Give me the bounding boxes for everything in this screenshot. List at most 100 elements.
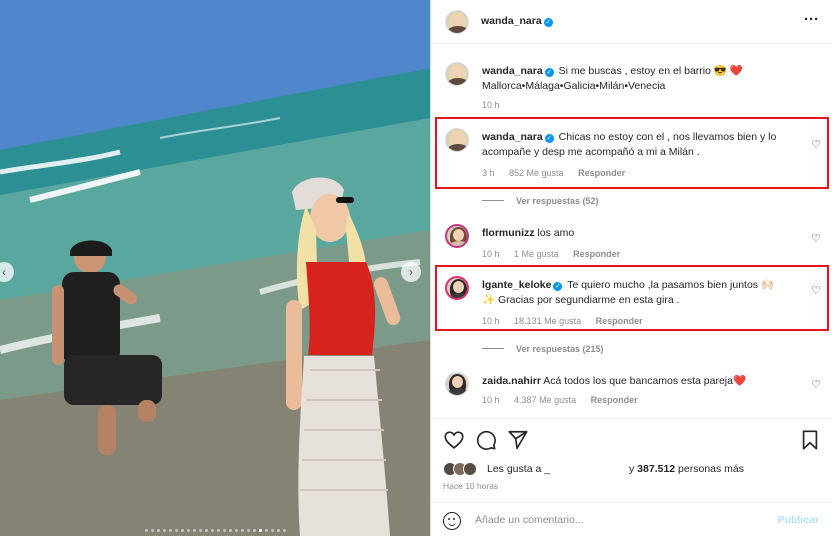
- beach-photo-scene: [0, 0, 430, 536]
- share-icon[interactable]: [507, 429, 529, 451]
- verified-badge-icon: ✓: [543, 18, 553, 27]
- carousel-dot: [276, 529, 280, 532]
- comment-likes[interactable]: 852 Me gusta: [509, 168, 564, 178]
- publish-button[interactable]: Publicar: [778, 514, 819, 526]
- comment-likes[interactable]: 1 Me gusta: [514, 249, 559, 259]
- comment-likes[interactable]: 18.131 Me gusta: [514, 316, 581, 326]
- likes-summary[interactable]: Les gusta a _ y 387.512 personas más: [443, 462, 823, 478]
- comment-text: wanda_nara ✓ Chicas no estoy con el , nos…: [482, 130, 797, 160]
- next-photo-button[interactable]: ›: [401, 262, 421, 282]
- likes-count-text: y 387.512 personas más: [629, 463, 745, 475]
- reply-button[interactable]: Responder: [573, 249, 620, 259]
- reply-button[interactable]: Responder: [596, 316, 643, 326]
- comment-like-heart-icon[interactable]: ♡: [811, 138, 821, 151]
- comment-input[interactable]: [475, 511, 755, 529]
- view-replies-button[interactable]: Ver respuestas (215): [482, 344, 604, 354]
- post-side-panel: wanda_nara ✓ ··· wanda_nara ✓ Si me buscas…: [430, 0, 832, 536]
- carousel-dot: [252, 529, 256, 532]
- caption-body: Si me buscas , estoy en el barrio 😎 ❤️: [558, 65, 743, 77]
- carousel-dot: [264, 529, 268, 532]
- caption-body-line2: Mallorca•Málaga•Galicia•Milán•Venecia: [482, 80, 666, 92]
- comment-avatar[interactable]: [445, 128, 469, 152]
- comment-username[interactable]: flormunizz: [482, 227, 535, 239]
- comment-body: Acá todos los que bancamos esta pareja❤️: [543, 375, 747, 387]
- carousel-dot: [162, 529, 166, 532]
- carousel-dot: [174, 529, 178, 532]
- bookmark-icon[interactable]: [799, 429, 821, 451]
- comment-meta: 10 h 4.387 Me gusta Responder: [482, 395, 650, 405]
- caption-username[interactable]: wanda_nara: [482, 65, 543, 77]
- carousel-dots: [0, 529, 430, 532]
- caption-text: wanda_nara ✓ Si me buscas , estoy en el b…: [482, 64, 797, 94]
- post-timestamp: Hace 10 horas: [443, 481, 499, 491]
- verified-badge-icon: ✓: [544, 134, 554, 143]
- carousel-dot: [210, 529, 214, 532]
- comment-time: 10 h: [482, 395, 500, 405]
- carousel-dot: [204, 529, 208, 532]
- caption-avatar[interactable]: [445, 62, 469, 86]
- carousel-dot: [186, 529, 190, 532]
- comment-username[interactable]: zaida.nahirr: [482, 375, 541, 387]
- view-replies-label: Ver respuestas (52): [516, 196, 599, 206]
- carousel-dot: [222, 529, 226, 532]
- comment-avatar[interactable]: [445, 372, 469, 396]
- verified-badge-icon: ✓: [544, 68, 554, 77]
- comment-icon[interactable]: [475, 429, 497, 451]
- comment-meta: 3 h 852 Me gusta Responder: [482, 168, 637, 178]
- carousel-dot: [180, 529, 184, 532]
- comment-avatar[interactable]: [445, 224, 469, 248]
- likes-prefix: Les gusta a _: [487, 463, 551, 475]
- comment-body: los amo: [537, 227, 575, 239]
- author-username[interactable]: wanda_nara: [481, 15, 542, 27]
- carousel-dot: [144, 529, 148, 532]
- comment-likes[interactable]: 4.387 Me gusta: [514, 395, 576, 405]
- comment-text: zaida.nahirr Acá todos los que bancamos …: [482, 374, 797, 389]
- carousel-dot: [150, 529, 154, 532]
- comment-like-heart-icon[interactable]: ♡: [811, 284, 821, 297]
- comment-time: 10 h: [482, 316, 500, 326]
- reply-button[interactable]: Responder: [591, 395, 638, 405]
- emoji-picker-icon[interactable]: [443, 512, 461, 530]
- carousel-dot: [246, 529, 250, 532]
- comment-body: Te quiero mucho ,la pasamos bien juntos …: [567, 279, 775, 291]
- comment-avatar[interactable]: [445, 276, 469, 300]
- author-name-row: wanda_nara ✓: [481, 15, 555, 27]
- carousel-dot: [228, 529, 232, 532]
- carousel-dot: [234, 529, 238, 532]
- reply-button[interactable]: Responder: [578, 168, 625, 178]
- carousel-dot: [192, 529, 196, 532]
- author-avatar[interactable]: [445, 10, 469, 34]
- verified-badge-icon: ✓: [553, 282, 563, 291]
- carousel-dot: [282, 529, 286, 532]
- more-options-icon[interactable]: ···: [804, 11, 819, 28]
- view-replies-button[interactable]: Ver respuestas (52): [482, 196, 599, 206]
- comment-username[interactable]: lgante_keloke: [482, 279, 551, 291]
- instagram-post-view: ‹ › wanda_nara ✓ ··· wanda_nara ✓ Si me bu…: [0, 0, 832, 536]
- view-replies-label: Ver respuestas (215): [516, 344, 604, 354]
- comment-like-heart-icon[interactable]: ♡: [811, 232, 821, 245]
- comment-text: flormunizz los amo: [482, 226, 797, 241]
- caption-meta: 10 h: [482, 100, 512, 110]
- comment-time: 10 h: [482, 249, 500, 259]
- carousel-dot: [156, 529, 160, 532]
- comment-text: lgante_keloke ✓ Te quiero mucho ,la pasam…: [482, 278, 797, 308]
- post-header: wanda_nara ✓ ···: [431, 0, 832, 44]
- comment-meta: 10 h 1 Me gusta Responder: [482, 249, 632, 259]
- likes-count[interactable]: 387.512: [637, 463, 675, 475]
- add-comment-bar: Publicar: [431, 502, 832, 536]
- liker-avatar: [463, 462, 477, 476]
- comment-body-line2: ✨ Gracias por segundiarme en esta gira .: [482, 294, 680, 306]
- heart-icon[interactable]: [443, 429, 465, 451]
- comment-meta: 10 h 18.131 Me gusta Responder: [482, 316, 655, 326]
- carousel-dot: [270, 529, 274, 532]
- post-photo[interactable]: ‹ ›: [0, 0, 430, 536]
- carousel-dot: [168, 529, 172, 532]
- comment-time: 3 h: [482, 168, 495, 178]
- carousel-dot: [216, 529, 220, 532]
- carousel-dot: [258, 529, 262, 532]
- post-actions-bar: [431, 418, 832, 458]
- comment-username[interactable]: wanda_nara: [482, 131, 543, 143]
- comment-like-heart-icon[interactable]: ♡: [811, 378, 821, 391]
- carousel-dot: [240, 529, 244, 532]
- caption-time: 10 h: [482, 100, 500, 110]
